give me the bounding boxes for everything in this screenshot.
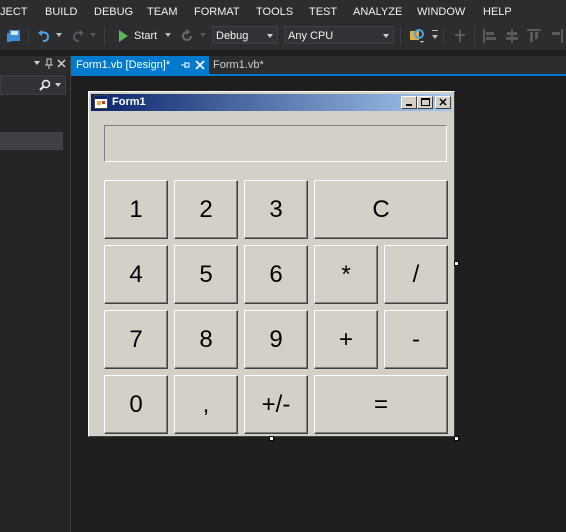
chevron-down-icon (267, 34, 273, 38)
result-display-textbox[interactable] (104, 125, 447, 162)
tool-window-header (0, 56, 70, 74)
pin-icon[interactable] (44, 58, 54, 70)
digit-8-button[interactable]: 8 (174, 310, 238, 369)
pin-tab-icon[interactable] (181, 60, 191, 70)
search-options-dropdown-icon[interactable] (55, 83, 61, 87)
menu-format[interactable]: FORMAT (194, 6, 240, 18)
toolbar: Start Debug Any CPU (0, 24, 566, 50)
align-tops-icon[interactable] (526, 28, 542, 44)
decimal-separator-button[interactable]: , (174, 375, 238, 434)
digit-4-button[interactable]: 4 (104, 245, 168, 304)
close-button[interactable] (435, 96, 451, 109)
search-icon[interactable] (39, 79, 51, 91)
solution-configuration-select[interactable]: Debug (212, 26, 278, 44)
maximize-button[interactable] (417, 96, 433, 109)
equals-button[interactable]: = (314, 375, 448, 434)
menu-team[interactable]: TEAM (147, 6, 178, 18)
align-centers-icon[interactable] (504, 28, 520, 44)
tool-window-panel (0, 56, 71, 532)
tab-label: Form1.vb [Design]* (76, 59, 171, 71)
undo-dropdown-icon[interactable] (56, 33, 62, 37)
resize-handle-bottom-right[interactable] (454, 436, 459, 441)
digit-1-button[interactable]: 1 (104, 180, 168, 239)
digit-3-button[interactable]: 3 (244, 180, 308, 239)
menu-window[interactable]: WINDOW (417, 6, 465, 18)
configuration-value: Debug (216, 30, 249, 42)
align-lefts-icon[interactable] (482, 28, 498, 44)
menu-tools[interactable]: TOOLS (256, 6, 293, 18)
menu-bar: JECT BUILD DEBUG TEAM FORMAT TOOLS TEST … (0, 0, 566, 24)
menu-project[interactable]: JECT (0, 6, 28, 18)
tab-form1-code[interactable]: Form1.vb* (213, 56, 283, 74)
menu-build[interactable]: BUILD (45, 6, 77, 18)
menu-debug[interactable]: DEBUG (94, 6, 133, 18)
resize-handle-right[interactable] (454, 261, 459, 266)
form-title-bar[interactable]: Form1 (91, 94, 452, 111)
digit-9-button[interactable]: 9 (244, 310, 308, 369)
tab-form1-design[interactable]: Form1.vb [Design]* (71, 56, 209, 74)
digit-6-button[interactable]: 6 (244, 245, 308, 304)
align-grid-icon[interactable] (452, 28, 468, 44)
form-icon (94, 95, 108, 109)
close-icon[interactable] (57, 59, 66, 68)
digit-7-button[interactable]: 7 (104, 310, 168, 369)
window-position-icon[interactable] (34, 61, 40, 65)
find-in-files-icon[interactable] (408, 28, 426, 44)
start-label[interactable]: Start (134, 30, 157, 42)
redo-dropdown-icon[interactable] (90, 33, 96, 37)
divide-button[interactable]: / (384, 245, 448, 304)
digit-5-button[interactable]: 5 (174, 245, 238, 304)
selected-tree-item[interactable] (0, 132, 63, 150)
undo-icon[interactable] (36, 28, 52, 44)
start-debugging-button[interactable] (116, 29, 130, 43)
align-rights-icon[interactable] (548, 28, 564, 44)
form-title: Form1 (112, 96, 146, 108)
resize-handle-bottom[interactable] (269, 436, 274, 441)
start-dropdown-icon[interactable] (165, 33, 171, 37)
multiply-button[interactable]: * (314, 245, 378, 304)
menu-analyze[interactable]: ANALYZE (353, 6, 402, 18)
redo-icon[interactable] (70, 28, 86, 44)
refresh-icon[interactable] (180, 29, 194, 43)
add-button[interactable]: + (314, 310, 378, 369)
toolbar-dropdown-icon[interactable] (432, 30, 438, 40)
clear-button[interactable]: C (314, 180, 448, 239)
platform-value: Any CPU (288, 30, 334, 42)
subtract-button[interactable]: - (384, 310, 448, 369)
close-tab-icon[interactable] (195, 60, 205, 70)
tab-label: Form1.vb* (213, 59, 264, 71)
search-input[interactable] (0, 75, 66, 95)
digit-2-button[interactable]: 2 (174, 180, 238, 239)
minimize-button[interactable] (401, 96, 417, 109)
save-all-icon[interactable] (6, 28, 22, 44)
menu-test[interactable]: TEST (309, 6, 337, 18)
solution-platform-select[interactable]: Any CPU (284, 26, 394, 44)
menu-help[interactable]: HELP (483, 6, 512, 18)
refresh-dropdown-icon[interactable] (200, 33, 206, 37)
digit-0-button[interactable]: 0 (104, 375, 168, 434)
chevron-down-icon (383, 34, 389, 38)
negate-button[interactable]: +/- (244, 375, 308, 434)
